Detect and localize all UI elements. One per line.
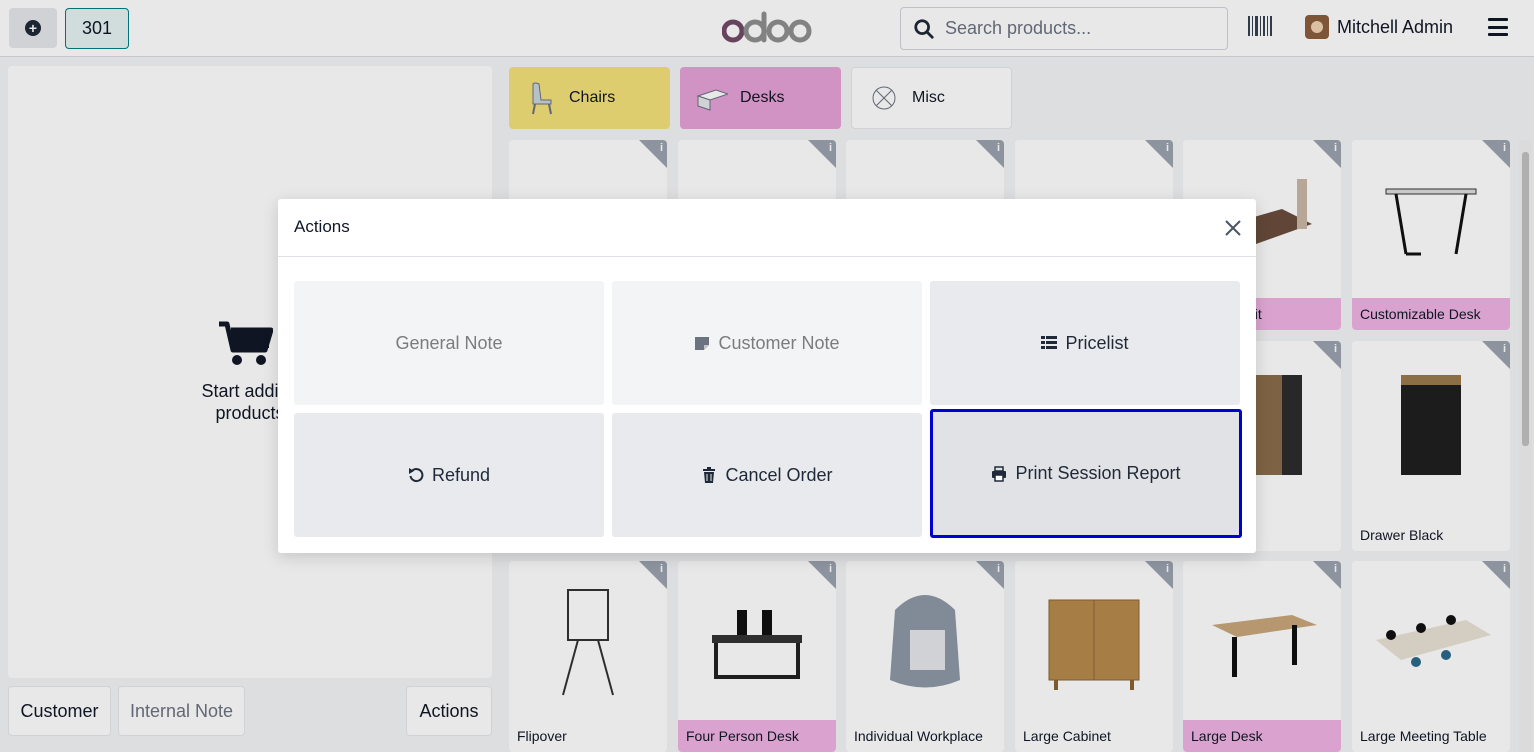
dialog-header: Actions	[278, 199, 1256, 257]
button-label: Refund	[431, 464, 491, 485]
button-label: Print Session Report	[1015, 463, 1181, 483]
actions-dialog: Actions General Note Customer Note Price…	[278, 199, 1256, 553]
button-label: General Note	[395, 332, 503, 353]
pricelist-button[interactable]: Pricelist	[930, 281, 1240, 405]
printer-icon	[992, 465, 1007, 482]
trash-icon	[703, 467, 716, 483]
print-session-report-button[interactable]: Print Session Report	[930, 409, 1242, 538]
note-icon	[695, 337, 710, 350]
dialog-title: Actions	[294, 217, 350, 236]
list-icon	[1041, 336, 1058, 349]
general-note-button[interactable]: General Note	[294, 281, 604, 405]
refund-button[interactable]: Refund	[294, 413, 604, 537]
close-icon[interactable]	[1223, 218, 1243, 238]
button-label: Cancel Order	[725, 464, 833, 485]
button-label: Customer Note	[718, 332, 840, 353]
customer-note-button[interactable]: Customer Note	[612, 281, 922, 405]
undo-icon	[408, 468, 424, 483]
cancel-order-button[interactable]: Cancel Order	[612, 413, 922, 537]
button-label: Pricelist	[1065, 332, 1129, 353]
